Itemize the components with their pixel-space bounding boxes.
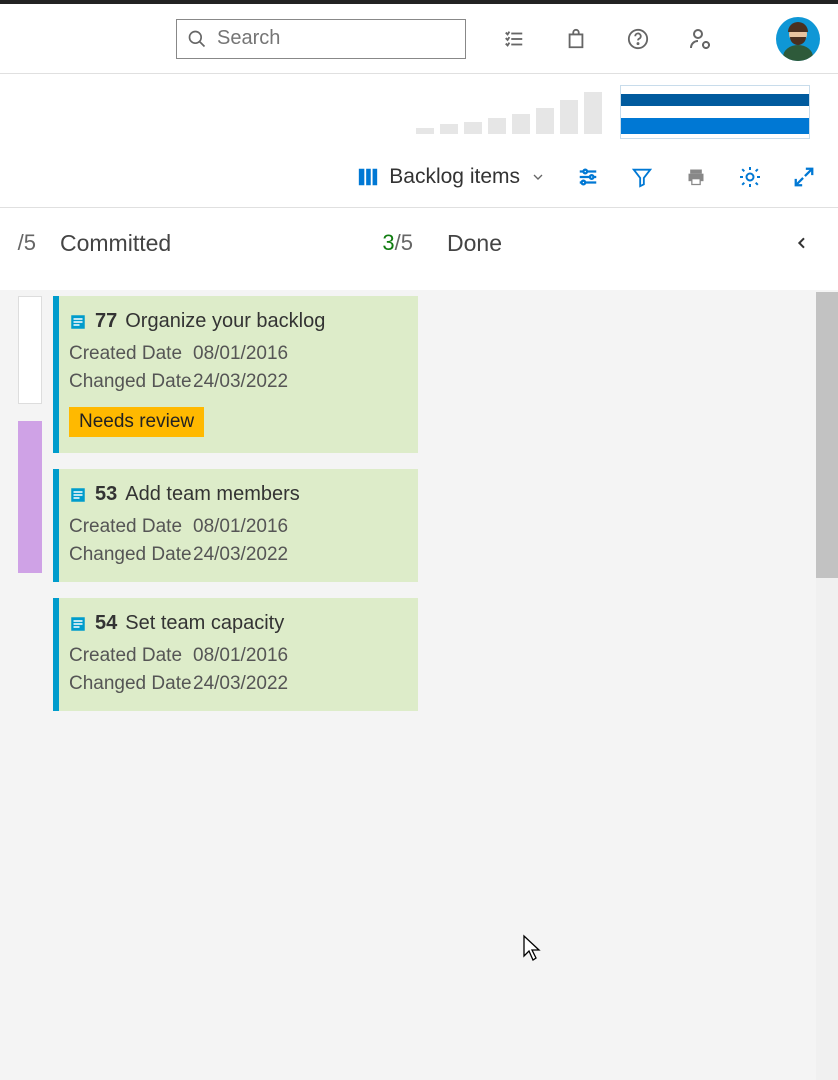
field-label: Created Date: [69, 516, 193, 538]
user-settings-icon[interactable]: [688, 27, 712, 51]
field-value: 08/01/2016: [193, 645, 288, 667]
prev-column-wip-partial: /5: [0, 230, 42, 256]
search-box[interactable]: [176, 19, 466, 59]
column-header-done[interactable]: Done: [429, 230, 838, 257]
pbi-icon: [69, 313, 87, 331]
work-item-id: 54: [95, 612, 117, 635]
work-item-tag[interactable]: Needs review: [69, 407, 204, 437]
column-done: [429, 290, 838, 1080]
column-wip-count: 3/5: [382, 230, 413, 256]
field-label: Changed Date: [69, 544, 193, 566]
work-item-card[interactable]: 53 Add team members Created Date08/01/20…: [53, 469, 418, 582]
kanban-board: 77 Organize your backlog Created Date08/…: [0, 290, 838, 1080]
pbi-icon: [69, 486, 87, 504]
partial-card[interactable]: [18, 421, 42, 573]
column-header-committed[interactable]: Committed 3/5: [42, 230, 429, 257]
fullscreen-icon[interactable]: [792, 165, 816, 189]
sliders-icon[interactable]: [576, 165, 600, 189]
velocity-sparkline[interactable]: [416, 84, 602, 134]
field-label: Changed Date: [69, 371, 193, 393]
chevron-down-icon: [530, 169, 546, 185]
vertical-scrollbar-thumb[interactable]: [816, 292, 838, 578]
field-value: 24/03/2022: [193, 371, 288, 393]
field-label: Created Date: [69, 343, 193, 365]
header-icons: [502, 17, 820, 61]
print-icon[interactable]: [684, 165, 708, 189]
work-item-card[interactable]: 54 Set team capacity Created Date08/01/2…: [53, 598, 418, 711]
search-icon: [187, 29, 207, 49]
pbi-icon: [69, 615, 87, 633]
shopping-bag-icon[interactable]: [564, 27, 588, 51]
settings-gear-icon[interactable]: [738, 165, 762, 189]
search-input[interactable]: [217, 27, 455, 50]
user-avatar[interactable]: [776, 17, 820, 61]
board-icon: [357, 166, 379, 188]
cumulative-flow-chart[interactable]: [620, 85, 810, 139]
field-value: 24/03/2022: [193, 544, 288, 566]
work-item-id: 77: [95, 310, 117, 333]
partial-card[interactable]: [18, 296, 42, 404]
filter-icon[interactable]: [630, 165, 654, 189]
work-item-id: 53: [95, 483, 117, 506]
column-committed: 77 Organize your backlog Created Date08/…: [42, 290, 429, 1080]
field-label: Created Date: [69, 645, 193, 667]
field-value: 08/01/2016: [193, 343, 288, 365]
prev-column-edge: [0, 290, 42, 1080]
work-item-title: Set team capacity: [125, 612, 284, 635]
global-header: [0, 4, 838, 74]
board-toolbar: Backlog items: [0, 146, 838, 208]
field-value: 08/01/2016: [193, 516, 288, 538]
help-icon[interactable]: [626, 27, 650, 51]
field-label: Changed Date: [69, 673, 193, 695]
column-headers: /5 Committed 3/5 Done: [0, 208, 838, 268]
column-title: Committed: [60, 230, 171, 257]
backlog-level-selector[interactable]: Backlog items: [357, 165, 546, 189]
column-title: Done: [447, 230, 502, 257]
work-item-title: Add team members: [125, 483, 300, 506]
work-item-card[interactable]: 77 Organize your backlog Created Date08/…: [53, 296, 418, 453]
field-value: 24/03/2022: [193, 673, 288, 695]
cumulative-flow-chart-area: [0, 74, 838, 146]
backlog-level-label: Backlog items: [389, 165, 520, 189]
chevron-left-icon[interactable]: [794, 235, 810, 251]
checklist-icon[interactable]: [502, 27, 526, 51]
work-item-title: Organize your backlog: [125, 310, 325, 333]
